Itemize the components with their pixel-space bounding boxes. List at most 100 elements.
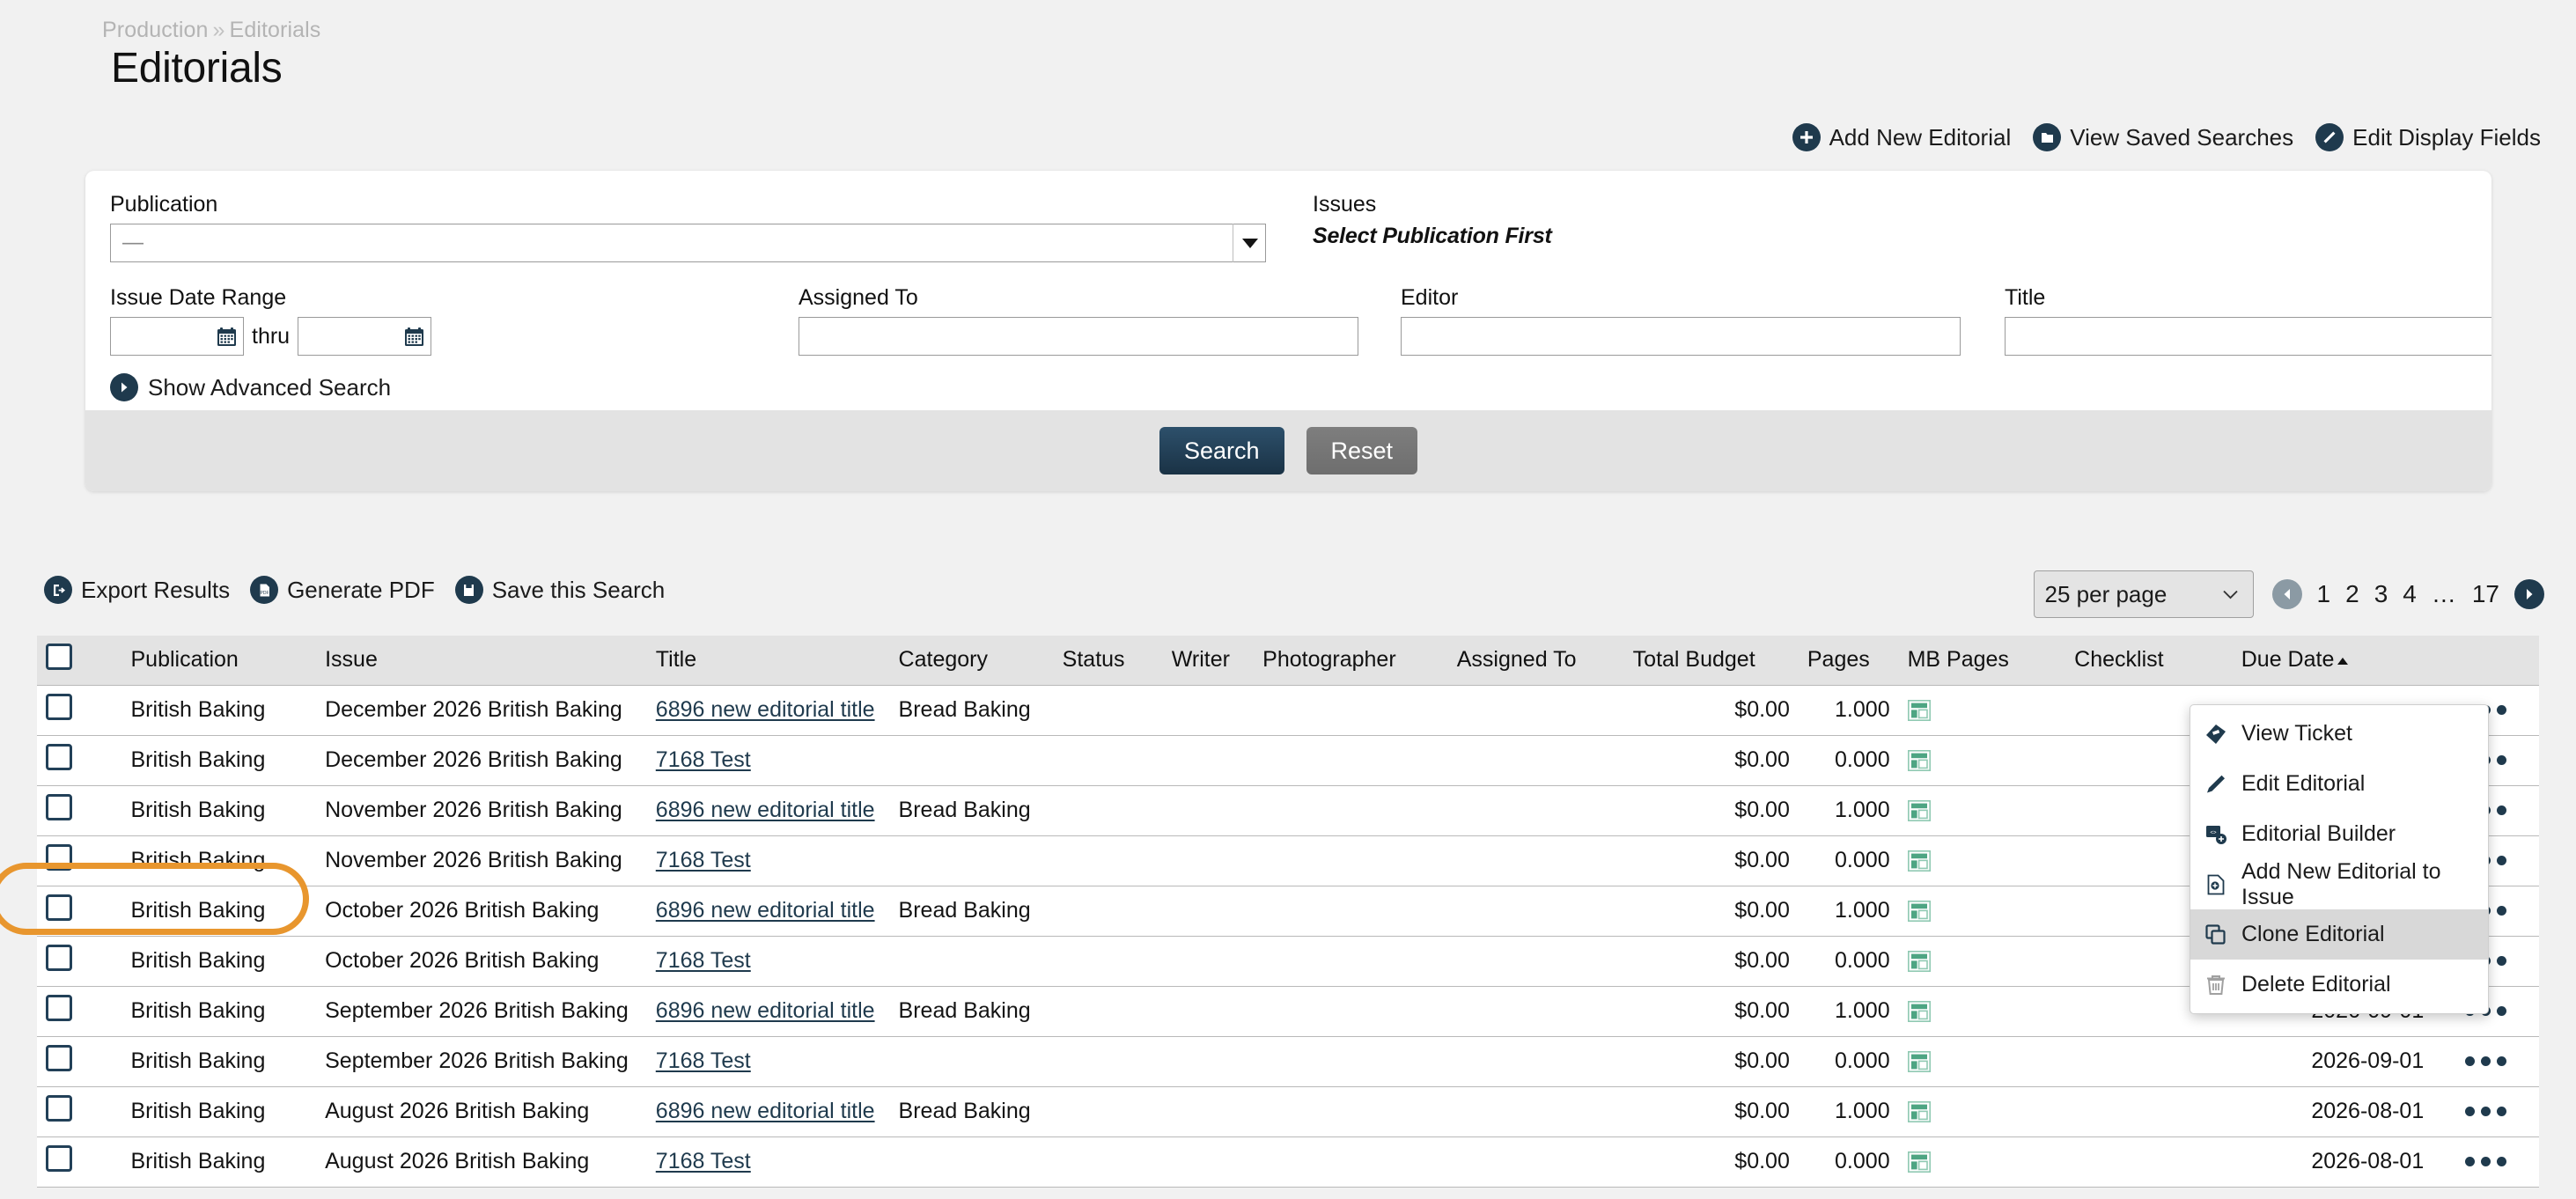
column-header-pages[interactable]: Pages (1798, 636, 1899, 685)
pagination-prev-button[interactable] (2271, 579, 2302, 609)
issues-label: Issues (1313, 192, 1377, 217)
cell-mb-pages[interactable] (1898, 785, 2066, 836)
row-checkbox[interactable] (46, 1095, 72, 1122)
table-row[interactable]: British Baking September 2026 British Bak… (37, 1036, 2539, 1087)
generate-pdf-button[interactable]: PDF Generate PDF (250, 576, 435, 604)
title-link[interactable]: 6896 new editorial title (656, 798, 875, 822)
show-advanced-search-toggle[interactable]: Show Advanced Search (110, 373, 391, 401)
context-menu-item-add-new-editorial-to-issue[interactable]: Add New Editorial to Issue (2190, 859, 2488, 909)
pagination-page-3[interactable]: 3 (2374, 580, 2388, 608)
column-header-due-date[interactable]: Due Date (2232, 636, 2433, 685)
row-actions-menu-button[interactable] (2441, 1107, 2530, 1116)
row-checkbox[interactable] (46, 945, 72, 971)
context-menu-item-delete-editorial[interactable]: Delete Editorial (2190, 960, 2488, 1010)
column-header-publication[interactable]: Publication (121, 636, 317, 685)
row-checkbox[interactable] (46, 1145, 72, 1172)
edit-display-fields-button[interactable]: Edit Display Fields (2315, 123, 2541, 151)
pdf-icon: PDF (250, 576, 279, 604)
pagination-next-button[interactable] (2514, 579, 2544, 609)
pagination-ellipsis: … (2431, 580, 2457, 607)
context-menu-item-clone-editorial[interactable]: Clone Editorial (2190, 909, 2488, 960)
title-link[interactable]: 6896 new editorial title (656, 898, 875, 923)
column-header-photographer[interactable]: Photographer (1254, 636, 1448, 685)
table-row[interactable]: British Baking October 2026 British Bakin… (37, 936, 2539, 987)
publication-select[interactable]: — (110, 224, 1266, 262)
chevron-down-icon[interactable] (1233, 224, 1266, 262)
column-header-category[interactable]: Category (889, 636, 1054, 685)
table-row[interactable]: British Baking December 2026 British Baki… (37, 735, 2539, 786)
row-checkbox[interactable] (46, 1045, 72, 1071)
row-checkbox[interactable] (46, 995, 72, 1021)
calendar-icon[interactable] (403, 326, 425, 352)
cell-mb-pages[interactable] (1898, 1086, 2066, 1137)
page-title: Editorials (111, 45, 283, 92)
select-all-checkbox[interactable] (46, 644, 72, 671)
editor-input[interactable] (1401, 317, 1961, 356)
cell-total-budget: $0.00 (1623, 735, 1799, 786)
context-menu-item-editorial-builder[interactable]: <> Editorial Builder (2190, 809, 2488, 859)
context-menu-item-edit-editorial[interactable]: Edit Editorial (2190, 759, 2488, 809)
pagination-page-1[interactable]: 1 (2317, 580, 2331, 608)
row-actions-menu-button[interactable] (2441, 1157, 2530, 1166)
table-row[interactable]: British Baking October 2026 British Bakin… (37, 886, 2539, 937)
title-link[interactable]: 7168 Test (656, 1048, 751, 1073)
assigned-to-input[interactable] (799, 317, 1358, 356)
row-checkbox[interactable] (46, 844, 72, 871)
cell-mb-pages[interactable] (1898, 886, 2066, 937)
breadcrumb-root[interactable]: Production (102, 18, 209, 42)
row-checkbox[interactable] (46, 744, 72, 770)
title-link[interactable]: 7168 Test (656, 948, 751, 973)
column-header-total-budget[interactable]: Total Budget (1623, 636, 1799, 685)
pagination-page-4[interactable]: 4 (2403, 580, 2417, 608)
cell-mb-pages[interactable] (1898, 936, 2066, 987)
cell-issue: September 2026 British Baking (316, 1036, 647, 1087)
column-header-checklist[interactable]: Checklist (2065, 636, 2233, 685)
title-link[interactable]: 6896 new editorial title (656, 697, 875, 722)
cell-mb-pages[interactable] (1898, 835, 2066, 886)
cell-mb-pages[interactable] (1898, 735, 2066, 786)
table-row[interactable]: British Baking August 2026 British Baking… (37, 1136, 2539, 1188)
title-link[interactable]: 7168 Test (656, 747, 751, 772)
cell-mb-pages[interactable] (1898, 684, 2066, 736)
cell-publication: British Baking (121, 1036, 317, 1087)
row-checkbox[interactable] (46, 694, 72, 720)
table-row[interactable]: British Baking November 2026 British Baki… (37, 835, 2539, 886)
column-header-assigned-to[interactable]: Assigned To (1447, 636, 1624, 685)
view-saved-searches-button[interactable]: View Saved Searches (2033, 123, 2293, 151)
cell-assigned-to (1447, 684, 1624, 736)
breadcrumb-current[interactable]: Editorials (230, 18, 321, 42)
column-header-issue[interactable]: Issue (316, 636, 647, 685)
search-button[interactable]: Search (1159, 427, 1284, 474)
title-link[interactable]: 6896 new editorial title (656, 1099, 875, 1123)
cell-title: 7168 Test (646, 835, 890, 886)
table-row[interactable]: British Baking September 2026 British Bak… (37, 986, 2539, 1037)
column-header-title[interactable]: Title (646, 636, 890, 685)
add-new-editorial-button[interactable]: Add New Editorial (1792, 123, 2012, 151)
calendar-icon[interactable] (216, 326, 238, 352)
per-page-select[interactable]: 25 per page (2033, 570, 2254, 618)
row-checkbox[interactable] (46, 794, 72, 820)
export-results-button[interactable]: Export Results (44, 576, 230, 604)
column-header-mb-pages[interactable]: MB Pages (1898, 636, 2066, 685)
column-header-status[interactable]: Status (1053, 636, 1163, 685)
cell-mb-pages[interactable] (1898, 1036, 2066, 1087)
table-row[interactable]: British Baking August 2026 British Baking… (37, 1086, 2539, 1137)
table-row[interactable]: British Baking November 2026 British Baki… (37, 785, 2539, 836)
save-this-search-button[interactable]: Save this Search (454, 576, 665, 604)
cell-publication: British Baking (121, 1136, 317, 1188)
title-link[interactable]: 7168 Test (656, 848, 751, 872)
column-header-writer[interactable]: Writer (1162, 636, 1255, 685)
row-actions-menu-button[interactable] (2441, 1056, 2530, 1066)
title-link[interactable]: 7168 Test (656, 1149, 751, 1173)
row-checkbox[interactable] (46, 894, 72, 921)
cell-mb-pages[interactable] (1898, 1136, 2066, 1188)
pagination-page-2[interactable]: 2 (2345, 580, 2359, 608)
pagination-last-page[interactable]: 17 (2472, 580, 2499, 608)
title-input[interactable] (2005, 317, 2491, 356)
cell-mb-pages[interactable] (1898, 986, 2066, 1037)
title-link[interactable]: 6896 new editorial title (656, 998, 875, 1023)
table-row[interactable]: British Baking December 2026 British Baki… (37, 684, 2539, 736)
context-menu-item-view-ticket[interactable]: View Ticket (2190, 709, 2488, 759)
reset-button[interactable]: Reset (1306, 427, 1418, 474)
add-new-editorial-label: Add New Editorial (1829, 123, 2012, 151)
